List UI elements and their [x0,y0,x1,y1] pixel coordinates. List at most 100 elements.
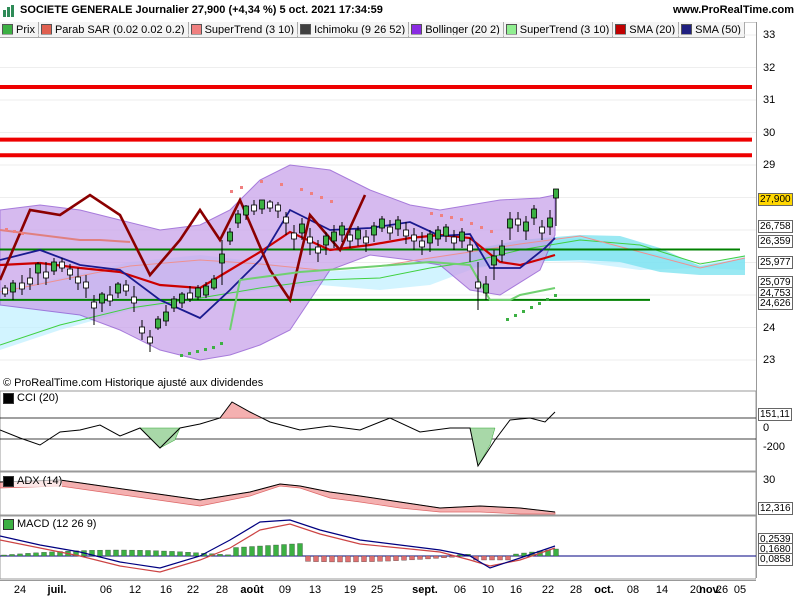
macd-histogram-bar [9,554,15,557]
adx-pane-label[interactable]: ADX (14) [3,475,63,487]
candle-body [307,236,313,244]
macd-histogram-bar [193,552,199,557]
cci-swatch-icon [3,392,14,404]
date-tick: sept. [412,584,438,596]
macd-histogram-bar [233,547,239,557]
candle-body [147,336,153,344]
macd-histogram-bar [177,551,183,557]
cci-tick: 0 [763,422,770,434]
cci-tick: -200 [763,441,786,453]
date-tick: 25 [370,584,384,596]
macd-pane-label[interactable]: MACD (12 26 9) [3,518,97,530]
candle-body [243,205,249,216]
cci-pane-label[interactable]: CCI (20) [3,392,59,404]
candle-body [10,282,16,293]
candle-body [443,226,449,237]
date-tick: nov. [699,584,721,596]
candle-body [139,326,145,334]
candle-body [547,217,553,228]
candle-body [235,213,241,224]
macd-histogram-bar [265,545,271,557]
candle-body [91,301,97,309]
candle-body [539,226,545,234]
candle-body [275,204,281,212]
candle-body [347,234,353,242]
parabolic-sar-dot [522,310,525,313]
candle-body [553,188,559,199]
parabolic-sar-dot [538,302,541,305]
candle-body [387,226,393,234]
candle-body [51,261,57,272]
macd-histogram-bar [489,555,495,561]
macd-histogram-bar [481,555,487,561]
date-tick: 10 [481,584,495,596]
candle-body [331,231,337,242]
parabolic-sar-dot [430,212,433,215]
date-tick: 06 [453,584,467,596]
candle-body [227,231,233,242]
candle-body [483,283,489,294]
macd-histogram-bar [97,549,103,557]
parabolic-sar-dot [330,200,333,203]
date-axis[interactable]: 24 juil. 06 12 16 22 28 août 09 13 19 25 sept. 06 10 16… [0,580,756,601]
macd-value-label: 0,0858 [758,553,793,566]
macd-histogram-bar [169,551,175,557]
price-level-label: 26,758 [758,220,793,233]
macd-histogram-bar [337,555,343,563]
macd-histogram-bar [393,555,399,561]
macd-histogram-bar [497,555,503,561]
candle-body [291,232,297,240]
macd-histogram-bar [241,546,247,557]
date-tick: 22 [186,584,200,596]
parabolic-sar-dot [490,230,493,233]
price-tick: 32 [763,61,776,74]
price-level-label: 26,359 [758,235,793,248]
date-tick: 12 [128,584,142,596]
candle-body [107,294,113,302]
macd-histogram-bar [105,549,111,557]
price-chart[interactable] [0,0,756,580]
date-tick: 22 [541,584,555,596]
candle-body [219,253,225,264]
macd-histogram-bar [185,552,191,557]
candle-body [435,229,441,240]
macd-histogram-bar [161,550,167,557]
macd-histogram-bar [385,555,391,562]
candle-body [67,268,73,276]
parabolic-sar-dot [188,352,191,355]
date-tick: 28 [569,584,583,596]
candle-body [187,292,193,300]
price-tick: 23 [763,354,776,366]
price-axis[interactable]: 333231302928272625242327,90026,75826,359… [756,22,800,578]
price-tick: 24 [763,321,776,334]
candle-body [131,296,137,304]
parabolic-sar-dot [310,192,313,195]
candle-body [411,234,417,242]
macd-histogram-bar [313,555,319,562]
candle-body [179,293,185,304]
parabolic-sar-dot [554,294,557,297]
candle-body [523,221,529,232]
date-tick: 16 [159,584,173,596]
candle-body [467,244,473,252]
macd-histogram-bar [329,555,335,563]
price-level-label: 27,900 [758,193,793,206]
candle-body [115,283,121,294]
macd-histogram-bar [137,550,143,557]
date-tick: 14 [655,584,669,596]
candle-body [419,240,425,248]
macd-histogram-bar [153,550,159,557]
candle-body [403,229,409,237]
parabolic-sar-dot [21,232,24,235]
parabolic-sar-dot [460,218,463,221]
candle-body [83,281,89,289]
candle-body [171,298,177,309]
candle-body [315,246,321,254]
candle-body [59,261,65,269]
price-tick: 30 [763,126,776,139]
candle-body [75,276,81,284]
parabolic-sar-dot [212,346,215,349]
adx-value-label: 12,316 [758,502,793,515]
parabolic-sar-dot [514,314,517,317]
macd-histogram-bar [361,555,367,562]
